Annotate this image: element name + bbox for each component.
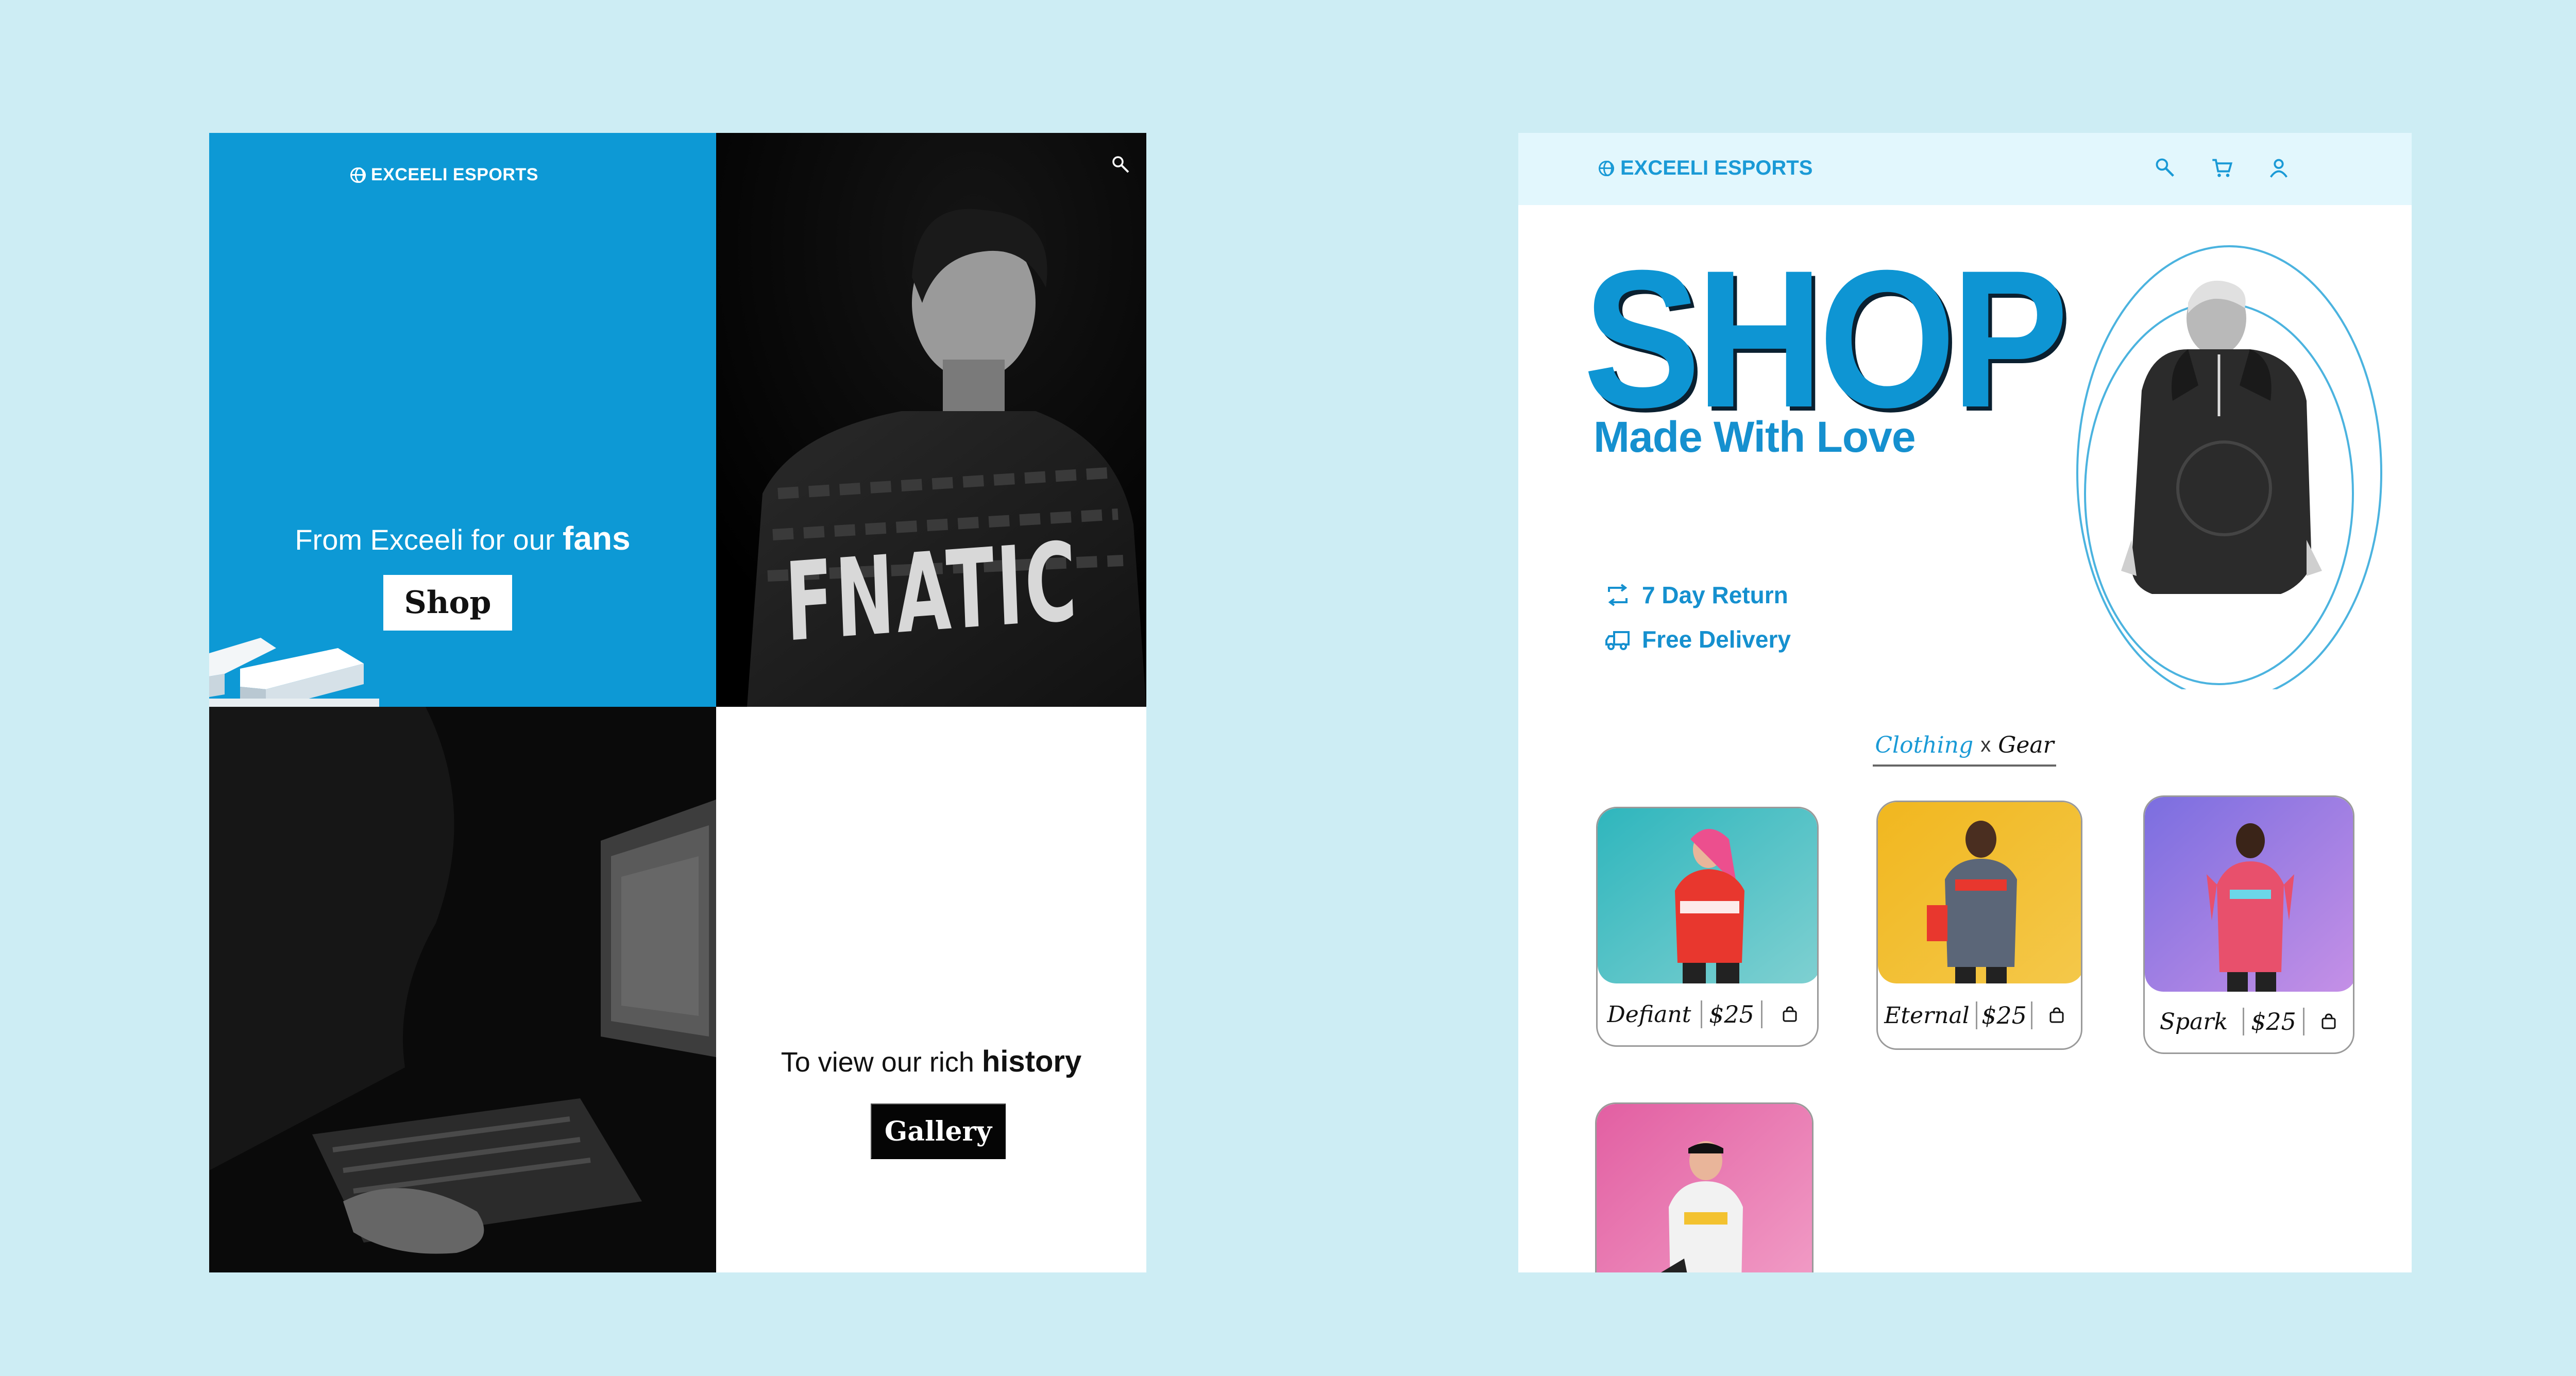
history-tagline: To view our rich history bbox=[716, 1044, 1146, 1079]
homepage-mockup: EXCEELI ESPORTS From Exceeli for our fan… bbox=[209, 133, 1146, 1272]
tab-clothing[interactable]: Clothing bbox=[1875, 732, 1973, 758]
product-price: $25 bbox=[1976, 1001, 2032, 1029]
product-image-spark bbox=[2145, 797, 2353, 992]
perk-return: 7 Day Return bbox=[1605, 581, 1788, 609]
product-name: Defiant bbox=[1607, 1001, 1691, 1028]
shop-page-mockup: EXCEELI ESPORTS SHOP Made With Love 7 Da… bbox=[1518, 133, 2412, 1272]
product-name: Spark bbox=[2159, 1008, 2228, 1035]
product-name: Eternal bbox=[1884, 1002, 1970, 1029]
hero-blue-tile: EXCEELI ESPORTS From Exceeli for our fan… bbox=[209, 133, 716, 707]
jersey-print: FNATIC bbox=[783, 518, 1081, 666]
return-icon bbox=[1608, 584, 1628, 606]
product-card-eternal[interactable]: Eternal $25 bbox=[1876, 801, 2082, 1050]
cart-icon[interactable] bbox=[2211, 157, 2233, 179]
shopping-bag-icon bbox=[1783, 1006, 1797, 1022]
product-card-spark[interactable]: Spark $25 bbox=[2143, 795, 2354, 1054]
user-icon[interactable] bbox=[2267, 157, 2290, 179]
product-footer: Eternal $25 bbox=[1878, 982, 2081, 1048]
product-card-defiant[interactable]: Defiant $25 bbox=[1596, 807, 1819, 1047]
header-nav-icons bbox=[2154, 157, 2290, 179]
product-card-4[interactable] bbox=[1595, 1102, 1814, 1272]
history-tagline-prefix: To view our rich bbox=[781, 1047, 974, 1078]
hero-model-image bbox=[2076, 245, 2382, 689]
globe-icon bbox=[350, 167, 366, 183]
category-tabs: Clothing x Gear bbox=[1873, 725, 2056, 767]
add-to-bag-button[interactable] bbox=[2032, 1007, 2081, 1024]
perk-delivery-label: Free Delivery bbox=[1642, 626, 1791, 653]
building-image bbox=[209, 638, 379, 707]
product-price: $25 bbox=[1701, 1000, 1762, 1028]
search-icon[interactable] bbox=[1111, 155, 1131, 175]
hero-tagline-emphasis: fans bbox=[563, 520, 631, 557]
history-tagline-emphasis: history bbox=[981, 1045, 1082, 1078]
fan-jersey-tile: FNATIC bbox=[716, 133, 1146, 707]
brand-logo[interactable]: EXCEELI ESPORTS bbox=[350, 165, 538, 185]
add-to-bag-button[interactable] bbox=[2304, 1013, 2353, 1030]
gallery-button[interactable]: Gallery bbox=[871, 1103, 1006, 1159]
perk-delivery: Free Delivery bbox=[1605, 625, 1791, 653]
header-nav-icons bbox=[1111, 155, 1146, 175]
search-icon[interactable] bbox=[2154, 157, 2177, 179]
hero-tagline-prefix: From Exceeli for our bbox=[295, 523, 555, 556]
shop-button[interactable]: Shop bbox=[383, 575, 512, 631]
product-price: $25 bbox=[2243, 1008, 2304, 1035]
history-tile: To view our rich history Gallery bbox=[716, 707, 1146, 1272]
brand-name: EXCEELI ESPORTS bbox=[1620, 157, 1813, 179]
shopping-bag-icon bbox=[2321, 1013, 2336, 1029]
brand-name: EXCEELI ESPORTS bbox=[371, 165, 538, 184]
product-image-defiant bbox=[1598, 808, 1817, 983]
tab-gear[interactable]: Gear bbox=[1998, 732, 2054, 758]
delivery-truck-icon bbox=[1605, 631, 1630, 650]
globe-icon bbox=[1599, 160, 1614, 176]
brand-logo[interactable]: EXCEELI ESPORTS bbox=[1599, 157, 1812, 180]
shop-subtitle: Made With Love bbox=[1594, 413, 1916, 461]
perk-return-label: 7 Day Return bbox=[1642, 582, 1788, 608]
product-image-4 bbox=[1597, 1104, 1812, 1272]
product-image-eternal bbox=[1878, 802, 2081, 983]
gamer-tile bbox=[209, 707, 716, 1272]
gamer-photo bbox=[209, 707, 716, 1272]
product-footer: Defiant $25 bbox=[1598, 983, 1817, 1045]
shop-title: SHOP bbox=[1583, 229, 2069, 448]
tab-separator: x bbox=[1980, 733, 1991, 756]
hero-tagline: From Exceeli for our fans bbox=[209, 519, 716, 557]
shopping-bag-icon bbox=[2049, 1007, 2064, 1023]
product-footer: Spark $25 bbox=[2145, 991, 2353, 1052]
add-to-bag-button[interactable] bbox=[1762, 1006, 1817, 1023]
